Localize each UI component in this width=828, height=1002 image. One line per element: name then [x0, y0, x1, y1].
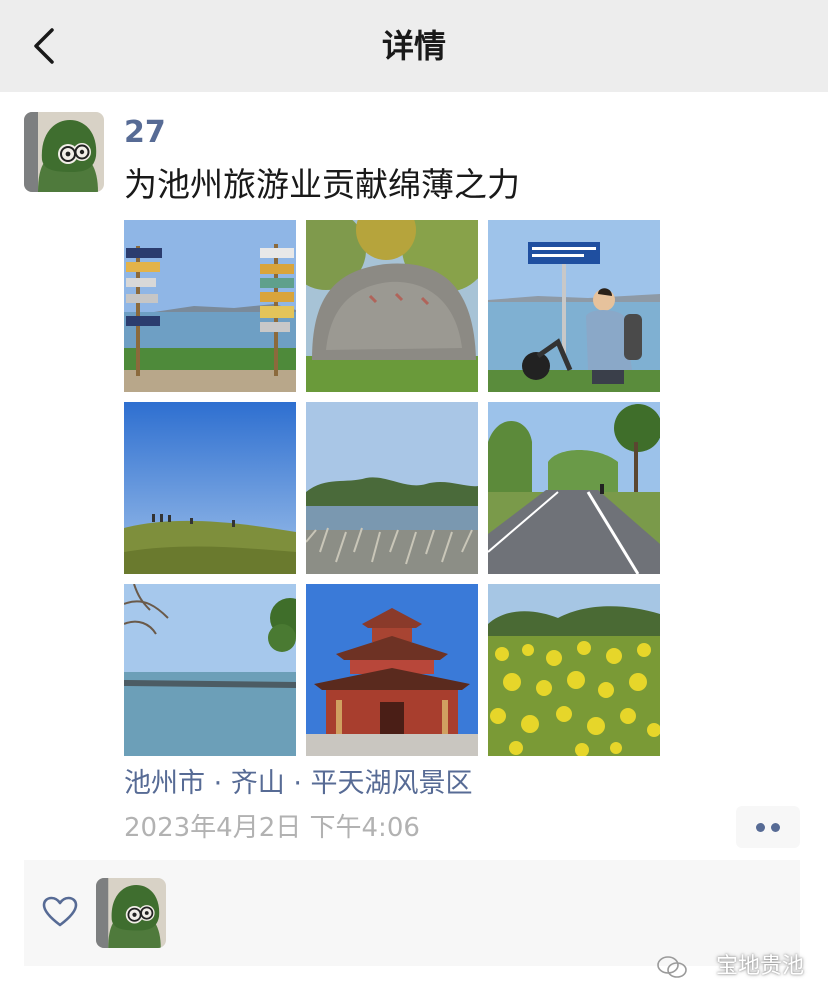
lake-branches-photo: [124, 584, 296, 756]
photo-thumbnail[interactable]: [488, 402, 660, 574]
page-title: 详情: [381, 27, 446, 65]
photo-thumbnail[interactable]: [124, 584, 296, 756]
location-link[interactable]: 池州市 · 齐山 · 平天湖风景区: [124, 764, 473, 804]
signpost-lake-photo: [124, 220, 296, 392]
photo-thumbnail[interactable]: [306, 402, 478, 574]
likes-panel: [24, 860, 800, 966]
grass-hill-photo: [124, 402, 296, 574]
liker-avatar[interactable]: [96, 878, 166, 948]
photo-thumbnail[interactable]: [124, 220, 296, 392]
more-dot-icon: [756, 823, 765, 832]
person-sign-lake-photo: [488, 220, 660, 392]
tree-lined-road-photo: [488, 402, 660, 574]
wechat-icon: [657, 956, 687, 978]
photo-grid: [124, 220, 664, 760]
watermark-text: 宝地贵池: [715, 954, 804, 979]
avatar[interactable]: [24, 112, 104, 192]
photo-thumbnail[interactable]: [488, 220, 660, 392]
more-dot-icon: [771, 823, 780, 832]
photo-thumbnail[interactable]: [306, 584, 478, 756]
username-link[interactable]: 27: [124, 112, 166, 154]
heart-icon: [42, 896, 78, 927]
post-timestamp: 2023年4月2日 下午4:06: [124, 813, 420, 843]
photo-thumbnail[interactable]: [306, 220, 478, 392]
photo-thumbnail[interactable]: [488, 584, 660, 756]
rock-trees-photo: [306, 220, 478, 392]
lake-reeds-photo: [306, 402, 478, 574]
rapeseed-flowers-photo: [488, 584, 660, 756]
nav-bar: 详情: [0, 0, 828, 92]
comment-like-menu-button[interactable]: [736, 806, 800, 848]
photo-thumbnail[interactable]: [124, 402, 296, 574]
post-text: 为池州旅游业贡献绵薄之力: [124, 165, 520, 204]
pavilion-photo: [306, 584, 478, 756]
